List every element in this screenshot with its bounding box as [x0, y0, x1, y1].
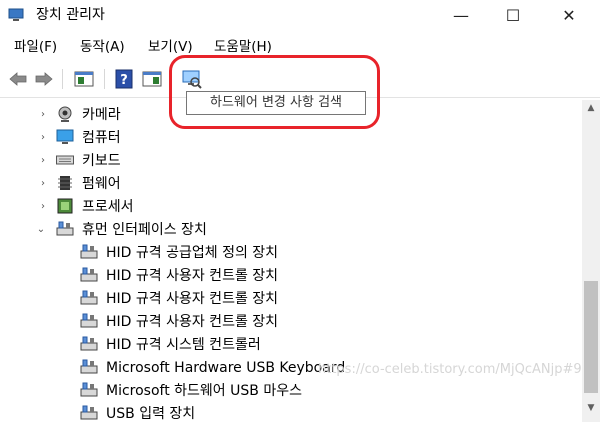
- tree-item-label: 컴퓨터: [82, 130, 121, 146]
- camera-icon: [58, 106, 72, 122]
- close-button[interactable]: ✕: [546, 0, 592, 30]
- help-icon[interactable]: ?: [112, 68, 136, 90]
- tree-child-item[interactable]: HID 규격 사용자 컨트롤 장치: [0, 265, 582, 288]
- title-bar: 장치 관리자 — ☐ ✕: [0, 0, 600, 32]
- menu-view[interactable]: 보기(V): [148, 38, 193, 56]
- hid-icon: [56, 221, 74, 236]
- window-title: 장치 관리자: [36, 7, 105, 23]
- processor-icon: [57, 198, 73, 214]
- hid-device-icon: [80, 267, 98, 282]
- chevron-right-icon[interactable]: ›: [38, 179, 48, 189]
- hid-device-icon: [80, 382, 98, 397]
- tree-item-hid[interactable]: ⌄ 휴먼 인터페이스 장치: [0, 219, 582, 242]
- toolbar-separator: [62, 69, 63, 89]
- watermark: https://co-celeb.tistory.com/MjQcANjp#9: [318, 362, 582, 377]
- tree-item-firmware[interactable]: › 펌웨어: [0, 173, 582, 196]
- back-icon[interactable]: [6, 68, 30, 90]
- menu-file[interactable]: 파일(F): [14, 38, 57, 56]
- highlight-annotation: [169, 55, 380, 129]
- tree-child-label: HID 규격 시스템 컨트롤러: [106, 337, 261, 353]
- forward-icon[interactable]: [32, 68, 56, 90]
- minimize-button[interactable]: —: [438, 0, 484, 30]
- tree-child-item[interactable]: HID 규격 사용자 컨트롤 장치: [0, 311, 582, 334]
- tree-child-label: Microsoft Hardware USB Keyboard: [106, 360, 346, 376]
- tree-child-item[interactable]: HID 규격 사용자 컨트롤 장치: [0, 288, 582, 311]
- properties-panel-icon[interactable]: [72, 68, 96, 90]
- chevron-right-icon[interactable]: ›: [38, 110, 48, 120]
- firmware-icon: [58, 176, 72, 190]
- hid-device-icon: [80, 405, 98, 420]
- hid-device-icon: [80, 359, 98, 374]
- menu-action[interactable]: 동작(A): [80, 38, 125, 56]
- chevron-down-icon[interactable]: ⌄: [36, 225, 46, 235]
- chevron-right-icon[interactable]: ›: [38, 156, 48, 166]
- tree-item-computer[interactable]: › 컴퓨터: [0, 127, 582, 150]
- tree-item-label: 키보드: [82, 153, 121, 169]
- scroll-thumb[interactable]: [584, 281, 598, 393]
- tree-item-label: 휴먼 인터페이스 장치: [82, 222, 207, 238]
- hid-device-icon: [80, 313, 98, 328]
- hid-device-icon: [80, 290, 98, 305]
- tree-child-label: HID 규격 사용자 컨트롤 장치: [106, 314, 279, 330]
- tree-child-label: Microsoft 하드웨어 USB 마우스: [106, 383, 302, 399]
- tree-item-label: 펌웨어: [82, 176, 121, 192]
- scroll-up-arrow-icon[interactable]: ▲: [582, 100, 600, 116]
- tree-child-item[interactable]: HID 규격 공급업체 정의 장치: [0, 242, 582, 265]
- hid-device-icon: [80, 336, 98, 351]
- action-pane-icon[interactable]: [140, 68, 164, 90]
- hid-device-icon: [80, 244, 98, 259]
- maximize-button[interactable]: ☐: [490, 0, 536, 30]
- chevron-right-icon[interactable]: ›: [38, 202, 48, 212]
- device-manager-icon: [8, 8, 24, 21]
- tree-child-item[interactable]: Microsoft 하드웨어 USB 마우스: [0, 380, 582, 403]
- tree-child-label: HID 규격 사용자 컨트롤 장치: [106, 268, 279, 284]
- tree-child-item[interactable]: HID 규격 시스템 컨트롤러: [0, 334, 582, 357]
- tree-item-processor[interactable]: › 프로세서: [0, 196, 582, 219]
- menu-help[interactable]: 도움말(H): [214, 38, 272, 56]
- svg-text:?: ?: [120, 73, 128, 88]
- computer-icon: [56, 129, 74, 144]
- keyboard-icon: [56, 155, 74, 165]
- chevron-right-icon[interactable]: ›: [38, 133, 48, 143]
- tree-child-label: USB 입력 장치: [106, 406, 196, 422]
- vertical-scrollbar[interactable]: ▲ ▼: [582, 100, 600, 422]
- tree-item-label: 카메라: [82, 107, 121, 123]
- tree-child-item[interactable]: USB 입력 장치: [0, 403, 582, 422]
- tree-child-label: HID 규격 공급업체 정의 장치: [106, 245, 279, 261]
- tree-item-keyboard[interactable]: › 키보드: [0, 150, 582, 173]
- toolbar-separator: [104, 69, 105, 89]
- tree-item-label: 프로세서: [82, 199, 134, 215]
- tree-child-label: HID 규격 사용자 컨트롤 장치: [106, 291, 279, 307]
- scroll-down-arrow-icon[interactable]: ▼: [582, 400, 600, 416]
